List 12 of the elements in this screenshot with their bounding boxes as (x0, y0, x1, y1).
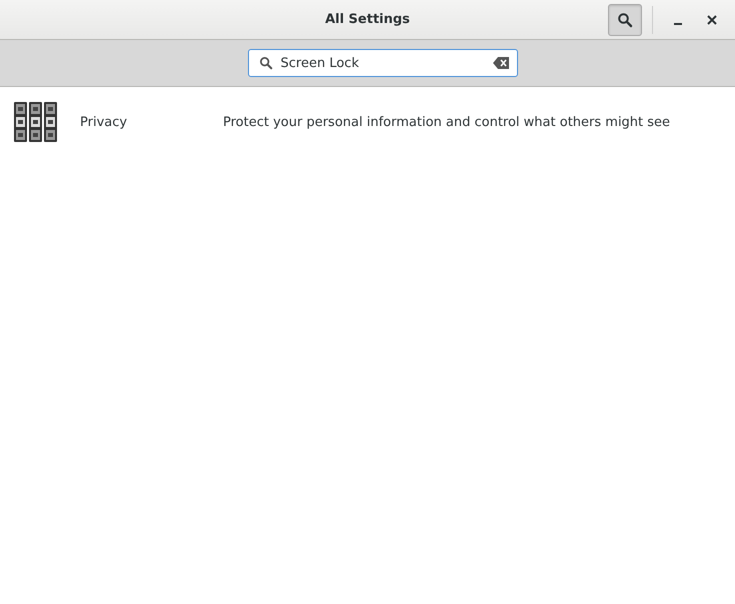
combination-lock-icon (14, 102, 58, 142)
search-icon (258, 56, 272, 70)
result-row[interactable]: Privacy Protect your personal information and control what others might see (0, 87, 735, 157)
search-field[interactable]: Screen Lock (248, 49, 518, 77)
result-name: Privacy (80, 114, 128, 130)
result-description: Protect your personal information and control what others might see (223, 114, 670, 130)
search-toggle-button[interactable] (608, 4, 642, 36)
window-title: All Settings (325, 12, 410, 27)
clear-icon[interactable] (492, 57, 508, 69)
close-icon (707, 14, 717, 24)
search-icon (617, 12, 633, 28)
minimize-icon (674, 22, 682, 24)
